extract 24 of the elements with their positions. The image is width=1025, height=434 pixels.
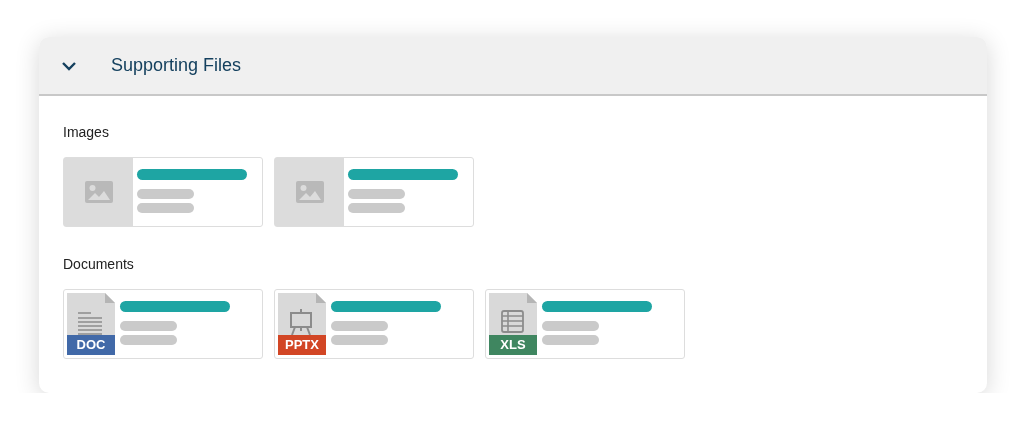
file-card[interactable]: DOC — [63, 289, 263, 359]
image-icon — [295, 181, 324, 203]
text-placeholder — [120, 321, 177, 331]
file-type-badge: XLS — [489, 335, 537, 355]
file-card[interactable] — [63, 157, 263, 227]
image-icon — [84, 181, 113, 203]
file-card[interactable]: XLS — [485, 289, 685, 359]
panel-title: Supporting Files — [111, 54, 242, 77]
section-label: Documents — [63, 255, 135, 274]
file-type-badge: PPTX — [278, 335, 326, 355]
text-placeholder — [542, 321, 599, 331]
text-placeholder — [137, 189, 194, 199]
chevron-icon[interactable] — [61, 60, 77, 71]
file-card[interactable]: PPTX — [274, 289, 474, 359]
text-placeholder — [542, 335, 599, 345]
text-placeholder — [137, 203, 194, 213]
text-placeholder — [348, 203, 405, 213]
text-placeholder — [331, 321, 388, 331]
text-placeholder — [348, 189, 405, 199]
text-placeholder — [331, 335, 388, 345]
section-label: Images — [63, 123, 110, 142]
file-card[interactable] — [274, 157, 474, 227]
file-type-badge: DOC — [67, 335, 115, 355]
text-placeholder — [120, 335, 177, 345]
